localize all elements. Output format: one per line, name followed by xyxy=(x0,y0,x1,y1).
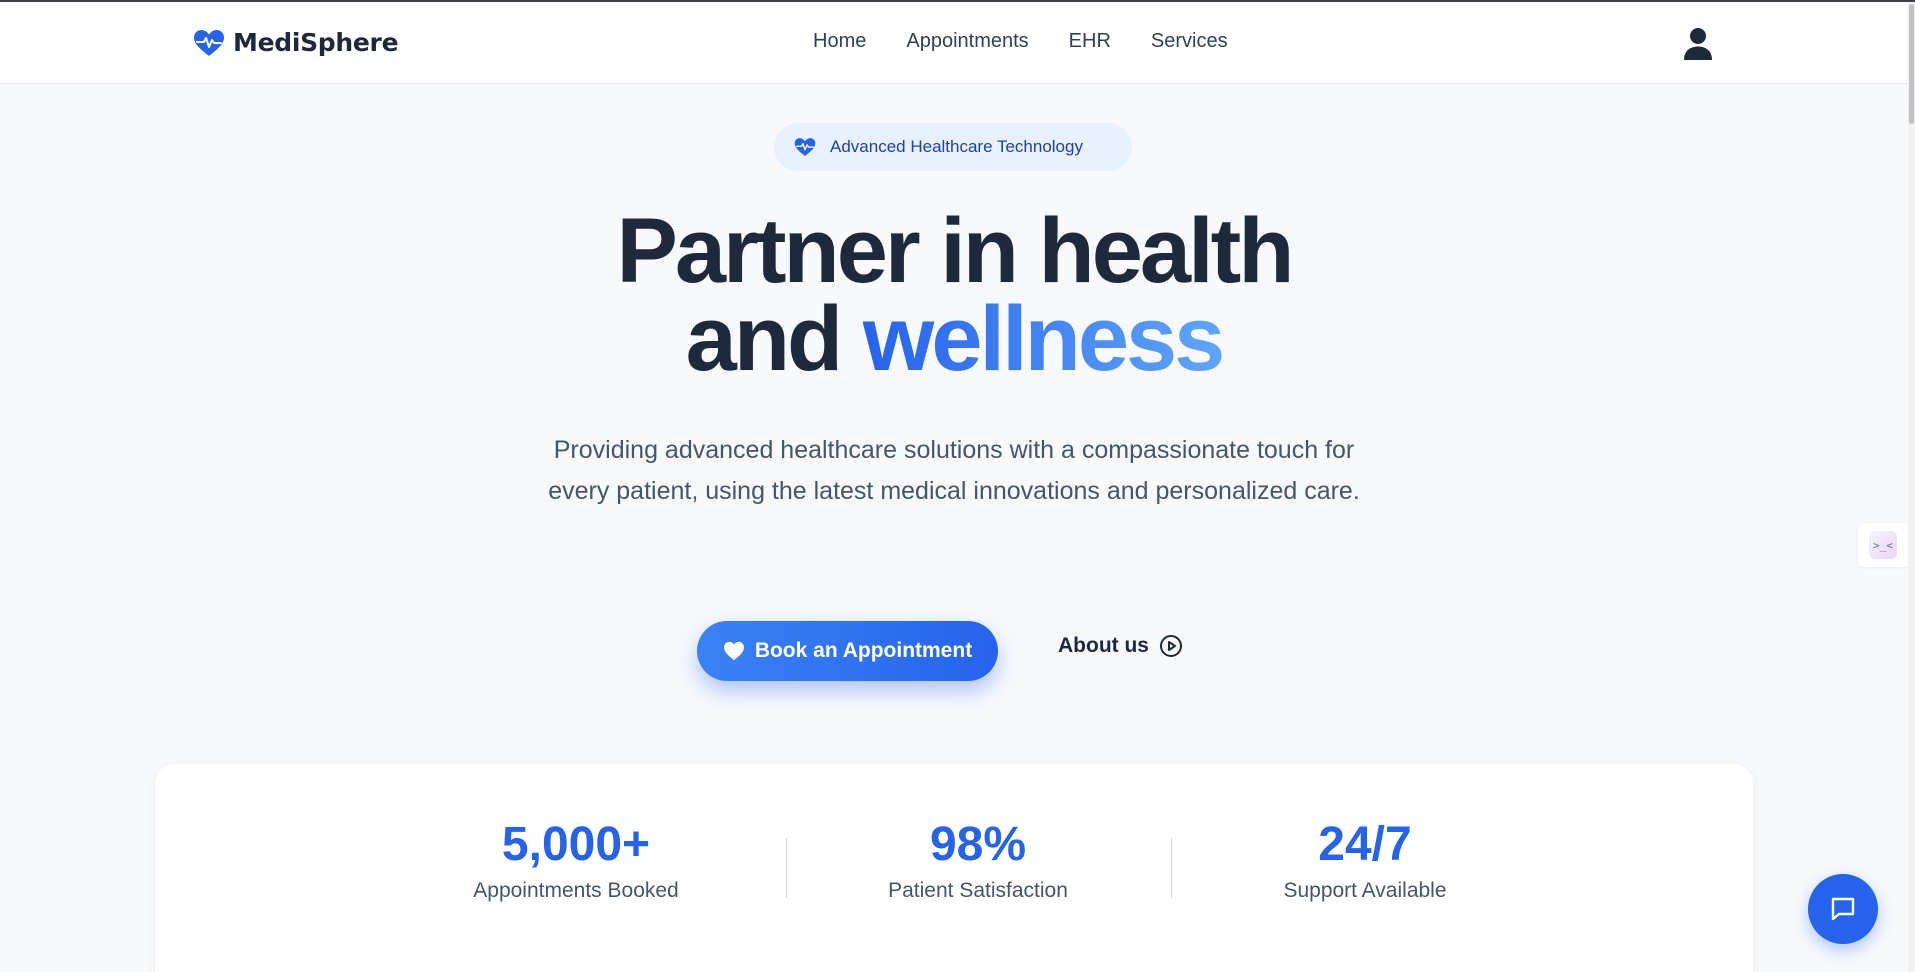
extension-icon: >_< xyxy=(1869,531,1897,559)
nav-services[interactable]: Services xyxy=(1151,30,1228,53)
play-circle-icon xyxy=(1159,635,1182,657)
stats-card: 5,000+ Appointments Booked 98% Patient S… xyxy=(155,764,1753,972)
user-icon[interactable] xyxy=(1683,27,1713,61)
headline-line2-plain: and xyxy=(685,288,844,390)
heartbeat-icon xyxy=(794,138,816,156)
stat-label: Patient Satisfaction xyxy=(888,879,1068,902)
top-navbar: MediSphere Home Appointments EHR Service… xyxy=(0,2,1908,84)
page: MediSphere Home Appointments EHR Service… xyxy=(0,0,1915,972)
about-us-label: About us xyxy=(1058,634,1149,657)
about-us-link[interactable]: About us xyxy=(1058,634,1183,658)
chat-button[interactable] xyxy=(1808,874,1878,944)
brand-logo[interactable]: MediSphere xyxy=(193,28,399,57)
main-nav: Home Appointments EHR Services xyxy=(813,30,1228,53)
chat-bubble-icon xyxy=(1831,897,1855,921)
stat-label: Appointments Booked xyxy=(473,879,679,902)
heartbeat-icon xyxy=(194,29,224,56)
heart-icon xyxy=(723,641,744,661)
page-scrollbar[interactable] xyxy=(1908,2,1915,972)
nav-ehr[interactable]: EHR xyxy=(1069,30,1111,53)
stat-satisfaction: 98% Patient Satisfaction xyxy=(838,819,1118,903)
brand-name: MediSphere xyxy=(233,28,399,57)
stat-divider xyxy=(786,838,787,898)
scrollbar-thumb[interactable] xyxy=(1909,4,1914,124)
nav-appointments[interactable]: Appointments xyxy=(906,30,1028,53)
stat-divider xyxy=(1171,838,1172,898)
headline-line1: Partner in health xyxy=(616,200,1295,302)
book-appointment-label: Book an Appointment xyxy=(754,639,973,662)
stat-appointments: 5,000+ Appointments Booked xyxy=(436,819,716,903)
stat-label: Support Available xyxy=(1283,879,1447,902)
stat-value: 24/7 xyxy=(1318,818,1412,871)
hero-subtitle: Providing advanced healthcare solutions … xyxy=(548,436,1360,505)
stat-value: 98% xyxy=(929,818,1027,871)
book-appointment-button[interactable]: Book an Appointment xyxy=(697,621,998,681)
side-extension-widget[interactable]: >_< xyxy=(1858,523,1908,567)
stat-support: 24/7 Support Available xyxy=(1215,819,1515,903)
hero-headline: Partner in health and wellness xyxy=(0,205,1908,385)
hero-badge: Advanced Healthcare Technology xyxy=(774,123,1132,171)
headline-accent-word: wellness xyxy=(862,288,1226,390)
stat-value: 5,000+ xyxy=(501,818,651,871)
badge-label: Advanced Healthcare Technology xyxy=(830,137,1083,156)
nav-home[interactable]: Home xyxy=(813,30,866,53)
